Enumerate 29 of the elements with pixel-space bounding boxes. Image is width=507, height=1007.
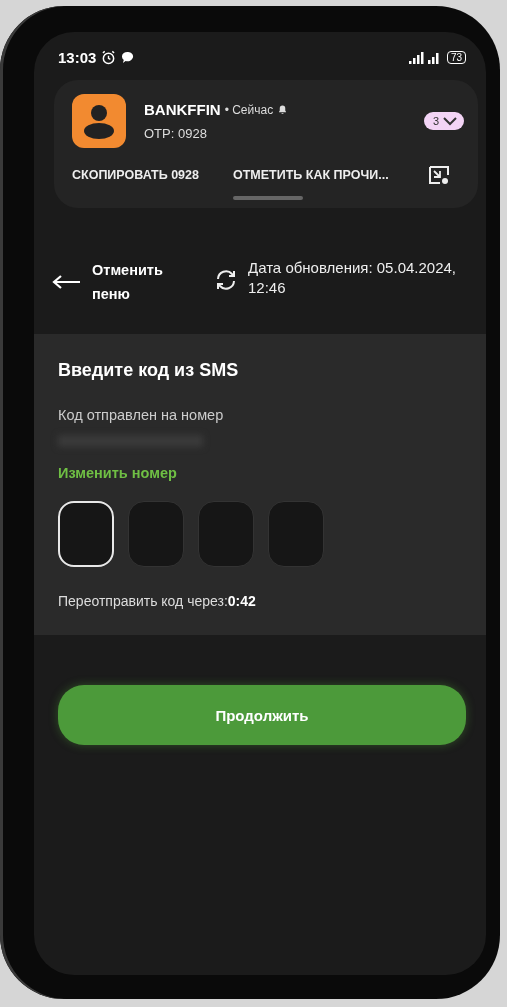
card-title: Введите код из SMS <box>58 360 240 381</box>
code-digit-field[interactable] <box>128 501 184 567</box>
chevron-down-icon <box>442 116 458 126</box>
notification-action[interactable]: ОТМЕТИТЬ КАК ПРОЧИ... <box>232 162 389 188</box>
status-time: 13:03 <box>58 48 97 66</box>
arrow-left-icon <box>52 274 82 290</box>
notification-action[interactable]: СКОПИРОВАТЬ 0928 <box>72 162 199 188</box>
sent-to-text: Код отправлен на номер <box>58 407 225 423</box>
sender-name: BANKFFIN <box>144 101 221 118</box>
avatar-icon <box>72 94 126 148</box>
update-date: Дата обновления: 05.04.2024, 12:46 <box>248 258 458 298</box>
count-badge[interactable]: 3 <box>423 112 464 130</box>
alarm-icon <box>101 49 117 65</box>
chat-bubble-icon <box>121 50 135 64</box>
picture-in-picture-icon[interactable] <box>428 165 450 185</box>
change-number-link[interactable]: Изменить номер <box>58 465 177 481</box>
continue-button[interactable]: Продолжить <box>58 685 466 745</box>
drag-handle[interactable] <box>233 196 303 200</box>
notification-text: OTP: 0928 <box>144 126 208 141</box>
resend-timer-text: Переотправить код через:0:42 <box>58 593 257 609</box>
signal-icon <box>406 50 441 64</box>
refresh-icon[interactable] <box>214 268 238 292</box>
code-digit-field[interactable] <box>198 501 254 567</box>
battery-level: 73 <box>446 50 466 64</box>
notification-card[interactable]: BANKFFIN • Сейчас OTP: 0928 3 СКОПИРОВАТЬ 0928 ОТМЕТИТЬ КАК ПРОЧИ... <box>54 80 478 208</box>
back-button[interactable]: Отменить пеню <box>52 258 182 306</box>
code-digit-field[interactable] <box>268 501 324 567</box>
notification-time: • Сейчас <box>224 102 274 117</box>
bell-icon <box>277 104 289 115</box>
